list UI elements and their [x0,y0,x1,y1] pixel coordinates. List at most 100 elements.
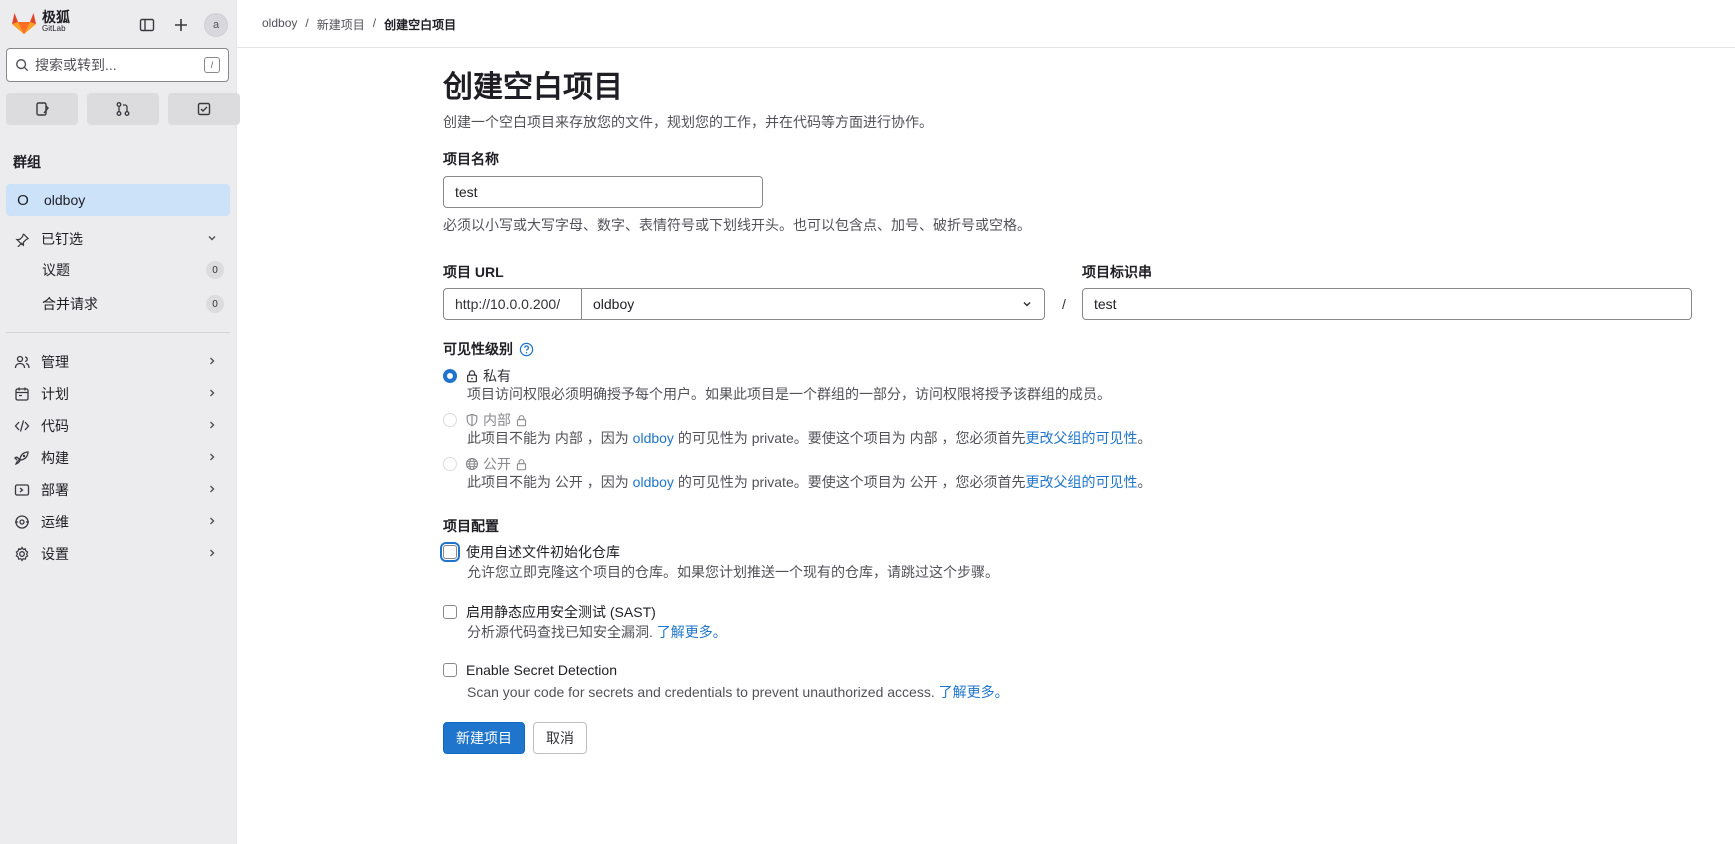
sast-option[interactable]: 启用静态应用安全测试 (SAST) [443,602,656,622]
chevron-right-icon [206,450,218,466]
sidebar-item-manage[interactable]: 管理 [6,347,230,377]
sidebar-item-plan[interactable]: 计划 [6,379,230,409]
sidebar-item-label: 合并请求 [42,296,98,312]
readme-option[interactable]: 使用自述文件初始化仓库 [443,542,620,562]
deploy-icon [13,482,31,498]
visibility-public-help-prefix: 此项目不能为 公开 ，因为 [467,474,629,490]
lock-icon [516,458,527,470]
sidebar-item-pinned[interactable]: 已钉选 [6,224,230,254]
project-url-label: 项目 URL [443,264,504,280]
project-config-label: 项目配置 [443,518,499,534]
lock-icon [467,370,477,383]
project-name-input[interactable]: test [443,176,763,208]
breadcrumb-link-new-project[interactable]: 新建项目 [317,16,365,33]
sidebar-top-actions: a [136,13,228,37]
lock-icon [516,414,527,426]
breadcrumb-link-group[interactable]: oldboy [262,16,297,33]
visibility-public-label: 公开 [465,454,528,474]
quick-actions [6,93,240,125]
secret-detection-option[interactable]: Enable Secret Detection [443,662,617,678]
readme-checkbox[interactable] [443,545,457,559]
sidebar-item-label: 代码 [41,418,69,434]
group-name: oldboy [44,192,86,208]
search-icon [16,59,29,72]
visibility-internal-label: 内部 [465,410,528,430]
sidebar: 极狐 GitLab a 搜索或转到... / 群组 O oldboy 已钉选 议… [0,0,240,844]
brand-logo[interactable]: 极狐 GitLab [11,9,70,35]
search-input[interactable]: 搜索或转到... / [6,48,229,82]
search-shortcut-key: / [204,57,220,73]
chevron-down-icon [1023,301,1031,307]
visibility-public-option: 公开 [443,454,528,474]
users-icon [13,354,31,370]
breadcrumb-current[interactable]: 创建空白项目 [384,16,456,33]
chevron-right-icon [206,418,218,434]
brand-text: 极狐 GitLab [42,9,70,34]
sidebar-item-operate[interactable]: 运维 [6,507,230,537]
group-link[interactable]: oldboy [633,430,674,446]
project-slug-input[interactable]: test [1082,288,1692,320]
change-parent-visibility-link[interactable]: 更改父组的可见性 [1026,430,1138,446]
brand-name-cn: 极狐 [42,9,70,25]
visibility-private-option[interactable]: 私有 [443,366,511,386]
cancel-button[interactable]: 取消 [533,722,587,754]
project-name-label: 项目名称 [443,151,499,167]
visibility-public-radio [443,457,457,471]
namespace-select[interactable]: oldboy [581,288,1045,320]
avatar-alt-text: a [212,19,220,31]
sidebar-item-merge-requests[interactable]: 合并请求 0 [42,289,224,319]
visibility-internal-help: 此项目不能为 内部 ，因为 oldboy 的可见性为 private。要使这个项… [467,428,1152,448]
visibility-private-radio[interactable] [443,369,457,383]
merge-requests-shortcut-button[interactable] [87,93,159,125]
toggle-sidebar-button[interactable] [136,14,158,36]
sast-label: 启用静态应用安全测试 (SAST) [466,604,656,620]
issues-shortcut-button[interactable] [6,93,78,125]
chevron-right-icon [206,386,218,402]
merge-request-icon [116,102,130,116]
chevron-right-icon [206,482,218,498]
secret-detection-learn-more-link[interactable]: 了解更多。 [939,684,1009,700]
sidebar-item-label: 已钉选 [41,231,83,247]
secret-detection-checkbox[interactable] [443,663,457,677]
sidebar-item-issues[interactable]: 议题 0 [42,255,224,285]
search-placeholder: 搜索或转到... [35,57,117,73]
sidebar-divider [6,332,230,333]
group-link[interactable]: oldboy [633,474,674,490]
sidebar-item-code[interactable]: 代码 [6,411,230,441]
count-badge: 0 [206,261,224,279]
create-new-button[interactable] [170,14,192,36]
visibility-label: 可见性级别 [443,339,534,359]
sast-learn-more-link[interactable]: 了解更多。 [657,624,727,640]
breadcrumb-separator: / [372,16,377,30]
sidebar-item-label: 设置 [41,546,69,562]
sidebar-item-group[interactable]: O oldboy [6,184,230,216]
visibility-public-help-middle: 的可见性为 private。要使这个项目为 公开 ，您必须首先 [677,474,1026,490]
visibility-internal-help-prefix: 此项目不能为 内部 ，因为 [467,430,629,446]
change-parent-visibility-link[interactable]: 更改父组的可见性 [1026,474,1138,490]
visibility-label-text: 可见性级别 [443,341,513,357]
sast-help: 分析源代码查找已知安全漏洞. 了解更多。 [467,622,727,642]
sidebar-item-settings[interactable]: 设置 [6,539,230,569]
sidebar-item-label: 管理 [41,354,69,370]
sidebar-item-build[interactable]: 构建 [6,443,230,473]
shield-icon [466,413,478,427]
page-subtitle: 创建一个空白项目来存放您的文件，规划您的工作，并在代码等方面进行协作。 [443,114,933,130]
visibility-private-label: 私有 [465,366,511,386]
issues-icon [36,102,49,116]
create-project-button[interactable]: 新建项目 [443,722,525,754]
chevron-down-icon [206,231,218,247]
monitor-icon [13,514,31,530]
help-question-icon[interactable] [519,342,534,357]
breadcrumb: oldboy / 新建项目 / 创建空白项目 [262,16,456,33]
sast-checkbox[interactable] [443,605,457,619]
sast-help-text: 分析源代码查找已知安全漏洞. [467,624,653,640]
user-avatar[interactable]: a [204,13,228,37]
visibility-internal-option: 内部 [443,410,528,430]
visibility-internal-text: 内部 [483,412,511,428]
sidebar-item-deploy[interactable]: 部署 [6,475,230,505]
todo-shortcut-button[interactable] [168,93,240,125]
secret-detection-help-text: Scan your code for secrets and credentia… [467,684,935,700]
breadcrumb-separator: / [305,16,309,30]
sidebar-item-label: 运维 [41,514,69,530]
page-title: 创建空白项目 [443,71,623,104]
